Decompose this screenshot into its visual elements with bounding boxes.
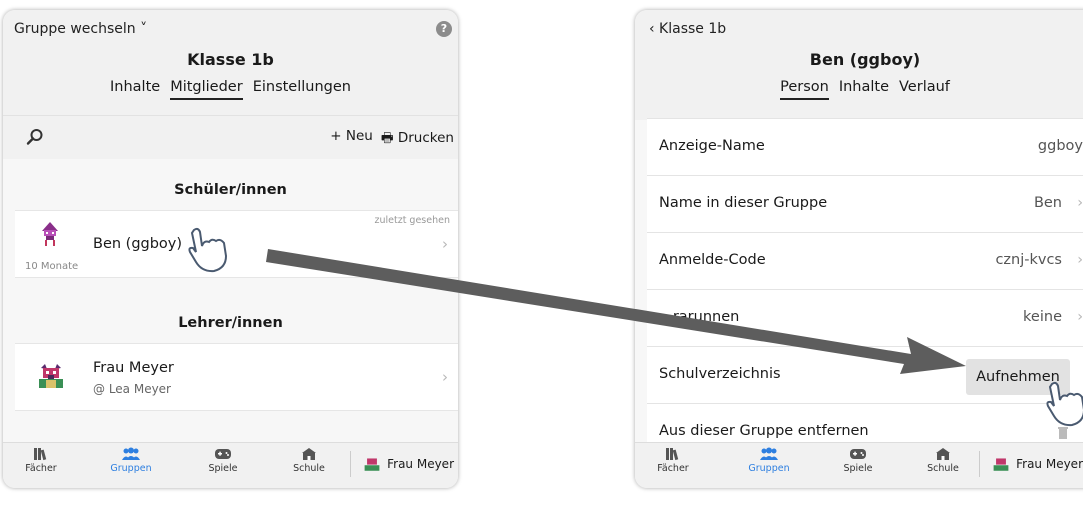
- tab-faecher[interactable]: Fächer: [643, 447, 703, 474]
- bottom-tabbar: Fächer Gruppen Spiele Schule Frau Meyer: [635, 442, 1083, 488]
- bottom-tabbar: Fächer Gruppen Spiele Schule Frau Meyer: [3, 442, 458, 488]
- gamepad-icon: [215, 449, 231, 459]
- subgroups-value: keine: [1023, 309, 1062, 325]
- school-directory-label: Schulverzeichnis: [659, 366, 781, 382]
- school-icon: [302, 448, 316, 460]
- group-icon: [122, 447, 140, 460]
- display-name-row: Anzeige-Name ggboy: [647, 118, 1083, 175]
- help-icon[interactable]: ?: [436, 21, 452, 37]
- current-user-name: Frau Meyer: [387, 457, 454, 471]
- gamepad-icon: [850, 449, 866, 459]
- tab-schule[interactable]: Schule: [279, 447, 339, 474]
- chevron-right-icon: ›: [1077, 252, 1083, 268]
- teacher-name: Frau Meyer: [93, 360, 174, 376]
- groups-header: Gruppe wechseln ˅ ? Klasse 1b Inhalte Mi…: [3, 10, 458, 120]
- teacher-row[interactable]: Frau Meyer @ Lea Meyer ›: [15, 343, 458, 411]
- books-icon: [34, 448, 47, 461]
- tab-gruppen[interactable]: Gruppen: [739, 447, 799, 474]
- avatar: [39, 364, 63, 388]
- hand-pointer-icon: [188, 227, 228, 273]
- search-icon[interactable]: [26, 128, 44, 146]
- subgroups-row[interactable]: ...rarunnen keine ›: [647, 289, 1083, 346]
- tab-spiele-label: Spiele: [208, 463, 238, 474]
- group-name-row[interactable]: Name in dieser Gruppe Ben ›: [647, 175, 1083, 232]
- teachers-section-title: Lehrer/innen: [178, 315, 283, 331]
- current-user-name: Frau Meyer: [1016, 457, 1083, 471]
- tab-gruppen[interactable]: Gruppen: [101, 447, 161, 474]
- tab-spiele[interactable]: Spiele: [193, 447, 253, 474]
- print-button[interactable]: 🖶 Drucken: [381, 128, 454, 151]
- back-button[interactable]: ‹ Klasse 1b: [649, 21, 726, 37]
- group-tabs: Inhalte Mitglieder Einstellungen: [3, 79, 458, 100]
- switch-group-button[interactable]: Gruppe wechseln ˅: [14, 21, 147, 37]
- avatar: [993, 458, 1009, 471]
- page-title: Klasse 1b: [187, 50, 274, 69]
- chevron-right-icon: ›: [1077, 309, 1083, 325]
- tab-schule-label: Schule: [293, 463, 325, 474]
- tab-faecher-label: Fächer: [657, 463, 689, 474]
- school-directory-row: Schulverzeichnis Aufnehmen: [647, 346, 1083, 403]
- books-icon: [666, 448, 679, 461]
- tab-spiele-label: Spiele: [843, 463, 873, 474]
- person-screen: ‹ Klasse 1b Ben (ggboy) Person Inhalte V…: [635, 10, 1083, 488]
- login-code-label: Anmelde-Code: [659, 252, 766, 268]
- last-seen-label: zuletzt gesehen: [374, 215, 450, 226]
- new-button[interactable]: + Neu: [330, 128, 373, 151]
- tab-inhalte[interactable]: Inhalte: [110, 79, 160, 100]
- tab-gruppen-label: Gruppen: [748, 463, 790, 474]
- student-name: Ben (ggboy): [93, 236, 183, 252]
- group-icon: [760, 447, 778, 460]
- tab-verlauf[interactable]: Verlauf: [899, 79, 950, 100]
- tab-spiele[interactable]: Spiele: [828, 447, 888, 474]
- person-title: Ben (ggboy): [809, 50, 921, 69]
- teacher-username: @ Lea Meyer: [93, 382, 171, 396]
- tab-faecher[interactable]: Fächer: [11, 447, 71, 474]
- group-name-value: Ben: [1033, 195, 1062, 211]
- chevron-right-icon: ›: [442, 235, 448, 253]
- chevron-right-icon: ›: [442, 368, 448, 386]
- school-icon: [936, 448, 950, 460]
- tab-schule[interactable]: Schule: [913, 447, 973, 474]
- login-code-value: cznj-kvcs: [995, 252, 1062, 268]
- tab-inhalte[interactable]: Inhalte: [839, 79, 889, 100]
- avatar: [364, 458, 380, 471]
- display-name-label: Anzeige-Name: [659, 138, 765, 154]
- subgroups-label: ...rarunnen: [659, 309, 740, 325]
- login-code-row[interactable]: Anmelde-Code cznj-kvcs ›: [647, 232, 1083, 289]
- current-user-button[interactable]: Frau Meyer: [979, 451, 1083, 477]
- tab-faecher-label: Fächer: [25, 463, 57, 474]
- person-header: ‹ Klasse 1b Ben (ggboy) Person Inhalte V…: [635, 10, 1083, 120]
- current-user-button[interactable]: Frau Meyer: [350, 451, 454, 477]
- person-tabs: Person Inhalte Verlauf: [635, 79, 1083, 100]
- students-section-title: Schüler/innen: [174, 182, 287, 198]
- hand-pointer-icon: [1046, 381, 1083, 427]
- tab-einstellungen[interactable]: Einstellungen: [253, 79, 351, 100]
- group-name-label: Name in dieser Gruppe: [659, 195, 828, 211]
- student-row[interactable]: 10 Monate Ben (ggboy) zuletzt gesehen ›: [15, 210, 458, 278]
- avatar: [42, 222, 58, 246]
- tab-schule-label: Schule: [927, 463, 959, 474]
- members-toolbar: + Neu 🖶 Drucken: [3, 115, 458, 159]
- tab-mitglieder[interactable]: Mitglieder: [170, 79, 243, 100]
- display-name-value: ggboy: [1037, 138, 1083, 154]
- chevron-right-icon: ›: [1077, 195, 1083, 211]
- student-age: 10 Monate: [25, 261, 79, 272]
- remove-from-group-label: Aus dieser Gruppe entfernen: [659, 423, 869, 439]
- tab-gruppen-label: Gruppen: [110, 463, 152, 474]
- tab-person[interactable]: Person: [780, 79, 829, 100]
